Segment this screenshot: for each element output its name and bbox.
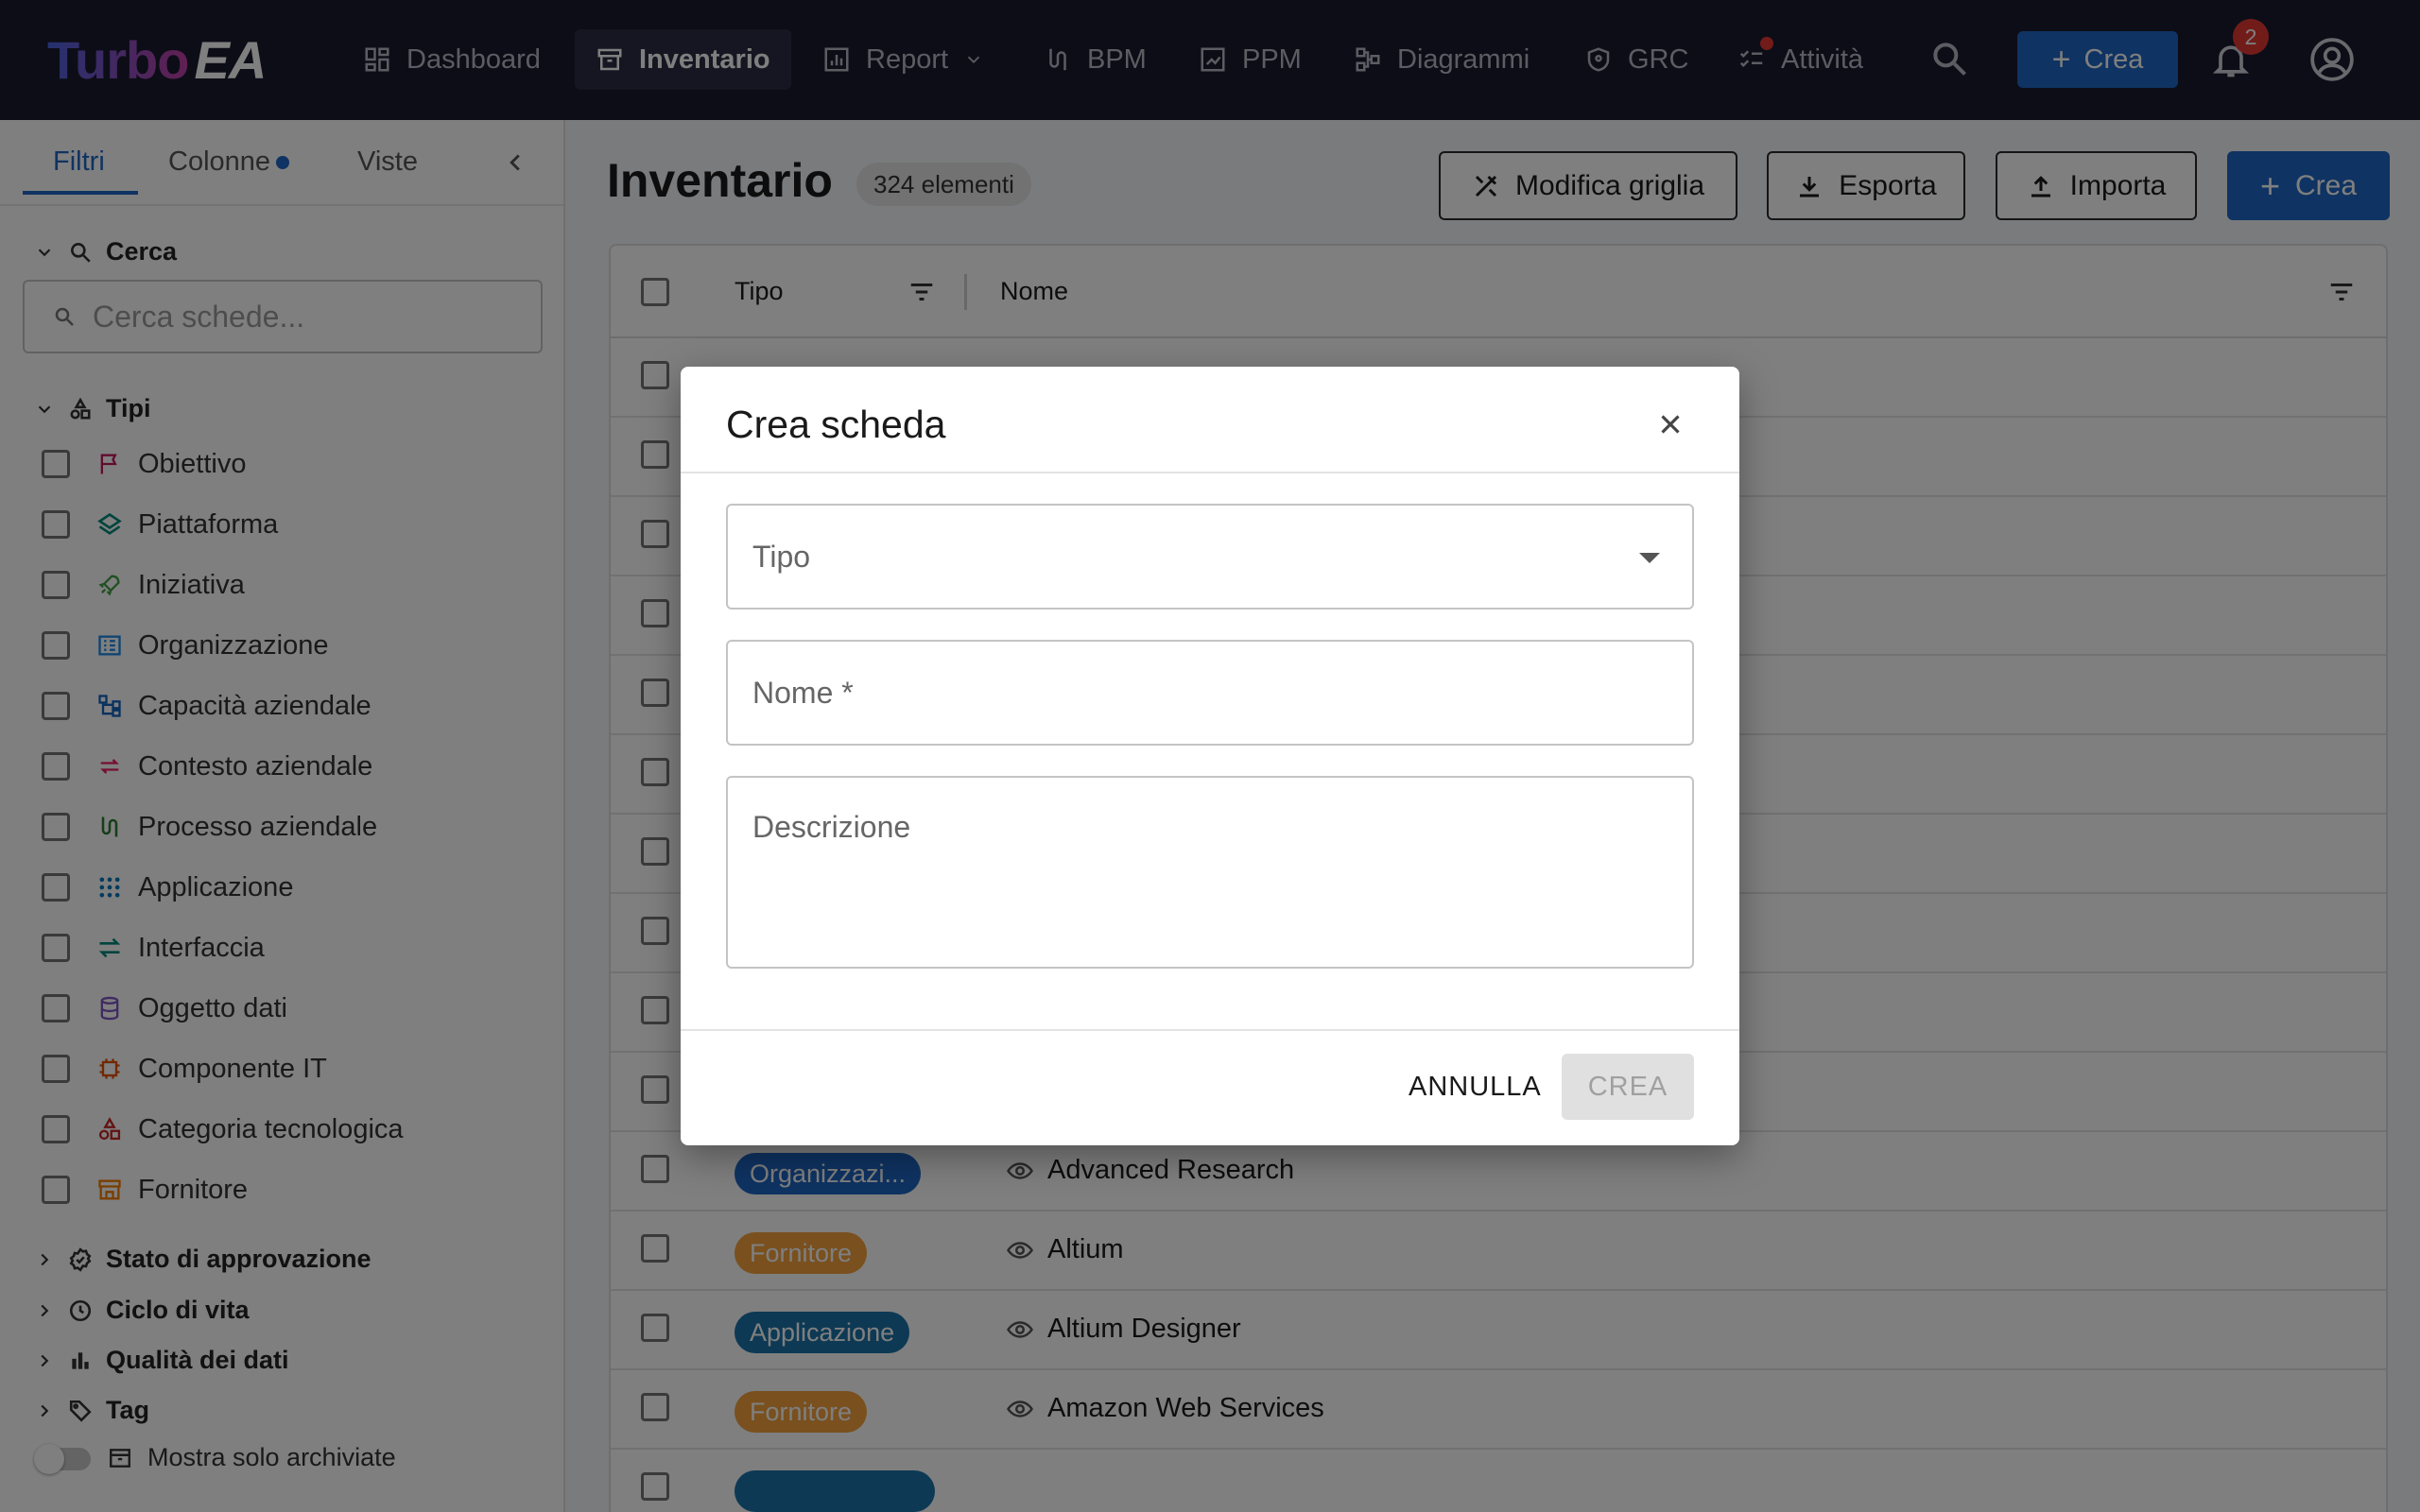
description-textarea[interactable]: Descrizione	[726, 776, 1694, 969]
create-card-dialog: Crea scheda Tipo Nome * Descrizione ANNU…	[681, 367, 1739, 1145]
dropdown-arrow-icon	[1639, 553, 1660, 563]
description-label: Descrizione	[752, 810, 911, 844]
name-input[interactable]: Nome *	[726, 640, 1694, 746]
dialog-header-divider	[681, 472, 1739, 473]
close-icon[interactable]	[1654, 408, 1686, 440]
dialog-footer-divider	[681, 1029, 1739, 1031]
cancel-button[interactable]: ANNULLA	[1409, 1054, 1542, 1120]
type-select[interactable]: Tipo	[726, 504, 1694, 610]
dialog-title: Crea scheda	[726, 403, 946, 446]
type-select-label: Tipo	[752, 539, 811, 574]
name-input-label: Nome *	[752, 675, 854, 710]
create-submit-button[interactable]: CREA	[1562, 1054, 1694, 1120]
